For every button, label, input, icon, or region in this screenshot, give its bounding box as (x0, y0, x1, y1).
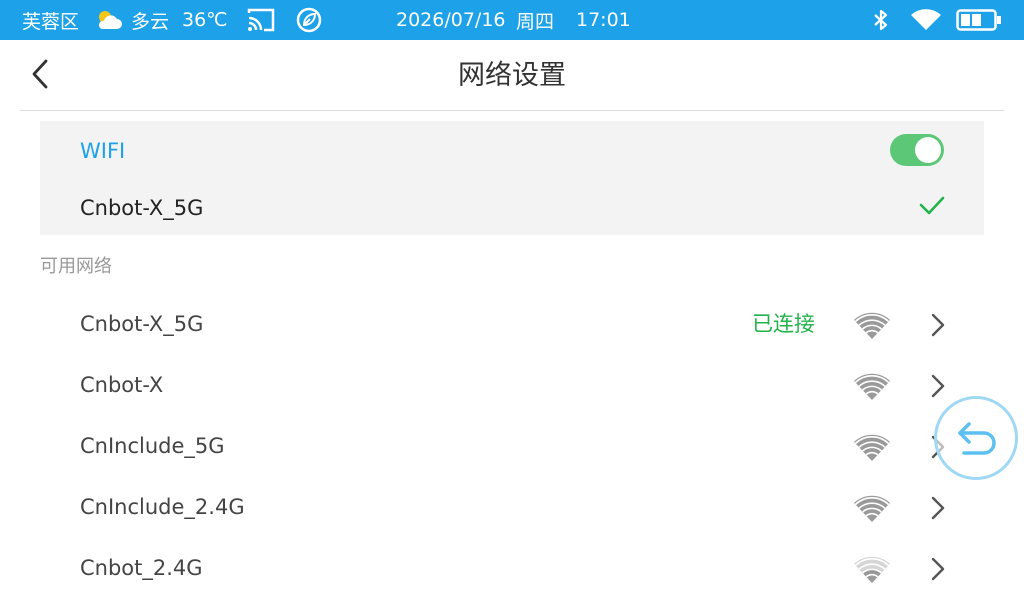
chevron-right-icon (931, 313, 945, 337)
temperature-text: 36℃ (182, 9, 228, 31)
wifi-signal-icon (854, 495, 890, 522)
available-networks-label: 可用网络 (40, 256, 112, 277)
chevron-right-icon (931, 557, 945, 581)
check-icon (919, 196, 945, 215)
date-text: 2026/07/16 (396, 9, 506, 31)
status-bar: 芙蓉区 多云 36℃ 2026/07/16 周四 17:01 (0, 0, 1024, 40)
back-button[interactable] (20, 54, 60, 94)
wifi-panel: WIFI Cnbot-X_5G (40, 121, 984, 235)
header: 网络设置 (0, 40, 1024, 111)
undo-arrow-icon (958, 422, 996, 455)
chevron-right-icon (931, 496, 945, 520)
header-divider (20, 110, 1004, 111)
partly-cloudy-icon (94, 0, 124, 40)
toggle-knob (915, 137, 941, 163)
network-row[interactable]: Cnbot_2.4G (40, 538, 984, 599)
wifi-label: WIFI (80, 139, 126, 163)
wifi-signal-icon (854, 434, 890, 461)
network-name: CnInclude_5G (80, 434, 225, 458)
bluetooth-icon (872, 0, 892, 40)
weather-text: 多云 (131, 10, 170, 33)
leaf-icon (296, 0, 322, 40)
network-name: CnInclude_2.4G (80, 495, 245, 519)
chevron-left-icon (32, 59, 48, 89)
floating-back-button[interactable] (934, 396, 1018, 480)
connected-status: 已连接 (752, 312, 815, 336)
wifi-signal-icon (854, 312, 890, 339)
time-text: 17:01 (576, 9, 631, 31)
network-row[interactable]: Cnbot-X (40, 355, 984, 416)
network-row[interactable]: CnInclude_2.4G (40, 477, 984, 538)
location-text: 芙蓉区 (22, 10, 80, 33)
weekday-text: 周四 (516, 10, 555, 33)
cast-icon[interactable] (246, 0, 278, 40)
wifi-icon (910, 0, 944, 40)
network-name: Cnbot-X_5G (80, 312, 204, 336)
network-row[interactable]: Cnbot-X_5G 已连接 (40, 294, 984, 355)
wifi-weak-signal-icon (854, 556, 890, 583)
wifi-toggle[interactable] (890, 134, 944, 166)
network-name: Cnbot_2.4G (80, 556, 203, 580)
network-row[interactable]: CnInclude_5G (40, 416, 984, 477)
wifi-signal-icon (854, 373, 890, 400)
network-name: Cnbot-X (80, 373, 164, 397)
page-title: 网络设置 (458, 60, 566, 91)
current-network-name[interactable]: Cnbot-X_5G (80, 196, 203, 220)
battery-icon (956, 0, 1004, 40)
chevron-right-icon (931, 374, 945, 398)
